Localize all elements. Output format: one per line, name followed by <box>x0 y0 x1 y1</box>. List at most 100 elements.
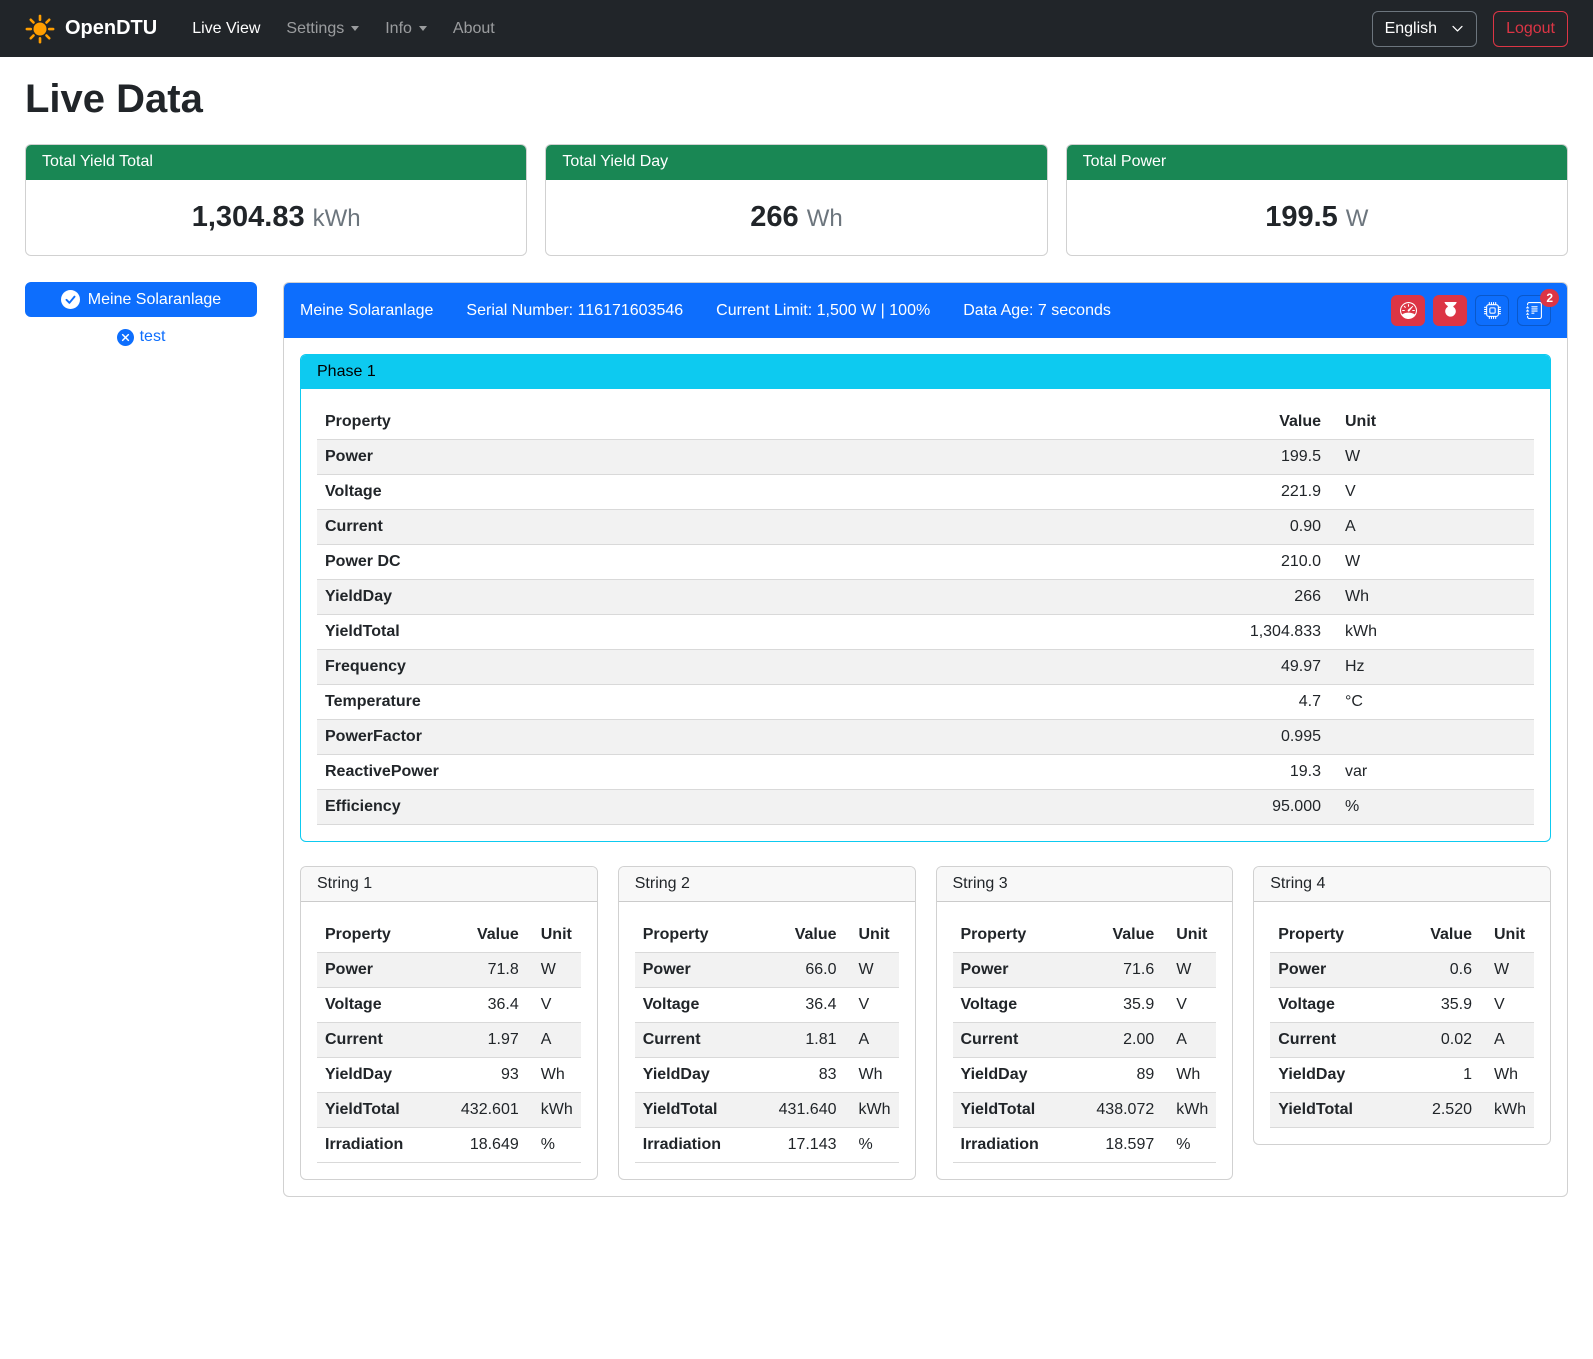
inverter-select-button-meine-solaranlage[interactable]: Meine Solaranlage <box>25 282 257 317</box>
table-row: YieldDay93Wh <box>317 1058 581 1093</box>
property-name: Current <box>953 1023 1085 1058</box>
table-row: Voltage221.9V <box>317 475 1534 510</box>
property-value: 199.5 <box>1234 440 1329 475</box>
nav-item-about[interactable]: About <box>440 12 508 46</box>
property-value: 49.97 <box>1234 650 1329 685</box>
column-header-value: Value <box>1234 405 1329 440</box>
property-name: Voltage <box>317 988 449 1023</box>
brand-label: OpenDTU <box>65 17 157 40</box>
property-name: YieldTotal <box>317 615 1234 650</box>
summary-card-value: 266 <box>750 201 798 233</box>
nav-item-label: Info <box>385 20 412 38</box>
string-card-body: PropertyValueUnitPower71.6WVoltage35.9VC… <box>937 902 1233 1179</box>
inverter-card: Meine Solaranlage Serial Number: 1161716… <box>283 282 1568 1197</box>
property-unit: A <box>845 1023 899 1058</box>
limit-settings-button[interactable] <box>1391 295 1425 326</box>
property-unit: W <box>1162 953 1216 988</box>
phase-card-title: Phase 1 <box>301 355 1550 389</box>
sun-icon <box>25 14 55 44</box>
table-row: Irradiation18.597% <box>953 1128 1217 1163</box>
summary-card-unit: Wh <box>807 205 843 232</box>
table-row: YieldDay1Wh <box>1270 1058 1534 1093</box>
property-value: 93 <box>449 1058 527 1093</box>
table-row: PowerFactor0.995 <box>317 720 1534 755</box>
property-name: Voltage <box>317 475 1234 510</box>
table-row: YieldTotal1,304.833kWh <box>317 615 1534 650</box>
property-value: 210.0 <box>1234 545 1329 580</box>
column-header-property: Property <box>953 918 1085 953</box>
language-select[interactable]: English <box>1372 11 1477 47</box>
property-name: Current <box>1270 1023 1402 1058</box>
property-name: Irradiation <box>635 1128 767 1163</box>
nav-item-settings[interactable]: Settings <box>273 12 372 46</box>
property-value: 1,304.833 <box>1234 615 1329 650</box>
main-content: Live Data Total Yield Total 1,304.83kWh … <box>0 57 1593 1225</box>
property-name: YieldDay <box>317 1058 449 1093</box>
column-header-unit: Unit <box>845 918 899 953</box>
property-value: 2.00 <box>1084 1023 1162 1058</box>
event-log-button[interactable]: 2 <box>1517 295 1551 326</box>
device-info-button[interactable] <box>1475 295 1509 326</box>
property-unit: A <box>1480 1023 1534 1058</box>
property-unit: Wh <box>1480 1058 1534 1093</box>
property-unit: kWh <box>527 1093 581 1128</box>
logout-button[interactable]: Logout <box>1493 11 1568 47</box>
navbar: OpenDTU Live View Settings Info About En… <box>0 0 1593 57</box>
column-header-value: Value <box>1084 918 1162 953</box>
table-row: YieldDay89Wh <box>953 1058 1217 1093</box>
property-value: 1.81 <box>767 1023 845 1058</box>
property-value: 71.6 <box>1084 953 1162 988</box>
property-name: YieldDay <box>953 1058 1085 1093</box>
table-row: Current0.02A <box>1270 1023 1534 1058</box>
table-row: Power0.6W <box>1270 953 1534 988</box>
property-unit: A <box>1329 510 1534 545</box>
nav-item-info[interactable]: Info <box>372 12 440 46</box>
property-unit: % <box>1162 1128 1216 1163</box>
summary-card-body: 1,304.83kWh <box>26 180 526 255</box>
property-name: Current <box>317 510 1234 545</box>
property-unit: V <box>1162 988 1216 1023</box>
property-value: 0.6 <box>1402 953 1480 988</box>
property-name: Irradiation <box>953 1128 1085 1163</box>
property-name: PowerFactor <box>317 720 1234 755</box>
page-title: Live Data <box>25 77 1568 122</box>
nav-item-live-view[interactable]: Live View <box>179 12 273 46</box>
property-value: 0.90 <box>1234 510 1329 545</box>
summary-card-value: 1,304.83 <box>192 201 305 233</box>
table-row: YieldTotal431.640kWh <box>635 1093 899 1128</box>
property-unit: kWh <box>1162 1093 1216 1128</box>
brand[interactable]: OpenDTU <box>25 14 157 44</box>
table-row: Frequency49.97Hz <box>317 650 1534 685</box>
property-name: Voltage <box>953 988 1085 1023</box>
string-card: String 3 PropertyValueUnitPower71.6WVolt… <box>936 866 1234 1180</box>
string-card-title: String 2 <box>619 867 915 902</box>
inverter-select-item-test[interactable]: test <box>25 328 257 346</box>
inverter-name: Meine Solaranlage <box>300 302 433 320</box>
inverter-card-header: Meine Solaranlage Serial Number: 1161716… <box>284 283 1567 338</box>
table-row: YieldTotal438.072kWh <box>953 1093 1217 1128</box>
property-value: 35.9 <box>1084 988 1162 1023</box>
property-unit: kWh <box>1480 1093 1534 1128</box>
summary-card-title: Total Yield Day <box>546 145 1046 180</box>
string-card-title: String 1 <box>301 867 597 902</box>
power-toggle-button[interactable] <box>1433 295 1467 326</box>
language-select-value: English <box>1385 20 1437 38</box>
string-data-table: PropertyValueUnitPower66.0WVoltage36.4VC… <box>635 918 899 1163</box>
property-name: Power DC <box>317 545 1234 580</box>
property-value: 221.9 <box>1234 475 1329 510</box>
property-value: 95.000 <box>1234 790 1329 825</box>
property-value: 0.02 <box>1402 1023 1480 1058</box>
string-card-body: PropertyValueUnitPower0.6WVoltage35.9VCu… <box>1254 902 1550 1144</box>
inverter-sidebar: Meine Solaranlage test <box>25 282 257 346</box>
inverter-data-age: Data Age: 7 seconds <box>963 302 1111 320</box>
property-value: 36.4 <box>767 988 845 1023</box>
property-unit: W <box>1329 545 1534 580</box>
column-header-value: Value <box>1402 918 1480 953</box>
property-value: 18.597 <box>1084 1128 1162 1163</box>
property-name: Power <box>317 953 449 988</box>
phase-data-table: PropertyValueUnitPower199.5WVoltage221.9… <box>317 405 1534 825</box>
property-name: Voltage <box>635 988 767 1023</box>
chevron-down-icon <box>1451 22 1464 35</box>
table-row: Power DC210.0W <box>317 545 1534 580</box>
property-value: 18.649 <box>449 1128 527 1163</box>
